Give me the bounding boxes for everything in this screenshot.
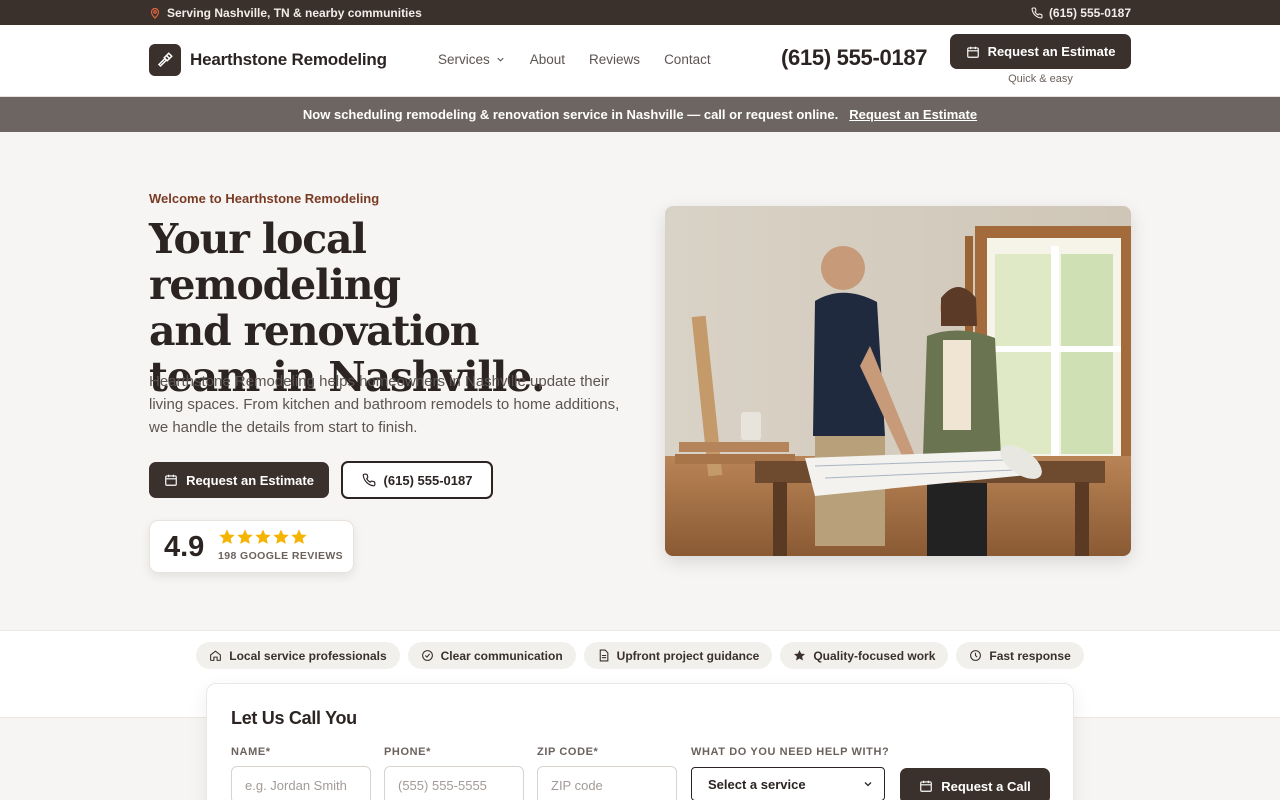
announcement-bar: Now scheduling remodeling & renovation s… — [0, 97, 1280, 132]
chevron-down-icon — [497, 57, 504, 62]
button-label: Request an Estimate — [186, 472, 314, 488]
calendar-icon — [920, 780, 933, 792]
chip-label: Local service professionals — [229, 648, 387, 663]
chip-label: Clear communication — [440, 648, 563, 663]
clock-icon — [970, 650, 982, 661]
name-label: NAME* — [231, 746, 271, 758]
phone-field[interactable] — [384, 766, 524, 800]
topbar-phone-link[interactable]: (615) 555-0187 — [1031, 6, 1131, 20]
form-title: Let Us Call You — [231, 708, 357, 728]
service-label: WHAT DO YOU NEED HELP WITH? — [691, 746, 890, 758]
google-rating-badge[interactable]: 4.9 198 GOOGLE REVIEWS — [149, 520, 354, 573]
hero-intro: Hearthstone Remodeling helps homeowners … — [149, 373, 620, 436]
nav-item-services[interactable]: Services — [438, 52, 506, 67]
check-circle-icon — [421, 650, 433, 661]
nav-item-contact[interactable]: Contact — [664, 52, 711, 67]
brand-name: Hearthstone Remodeling — [190, 50, 387, 69]
brand-logo[interactable]: Hearthstone Remodeling — [149, 44, 387, 76]
button-label: Request an Estimate — [987, 44, 1116, 59]
review-count: 198 GOOGLE REVIEWS — [218, 550, 344, 562]
button-label: (615) 555-0187 — [383, 472, 473, 488]
button-label: Request a Call — [941, 778, 1031, 794]
trust-chip: Upfront project guidance — [583, 642, 773, 669]
hero-eyebrow: Welcome to Hearthstone Remodeling — [149, 191, 380, 206]
headline-line: Your local remodeling — [149, 215, 401, 309]
home-icon — [210, 650, 222, 661]
document-icon — [599, 649, 609, 662]
callback-form: Let Us Call You NAME* PHONE* ZIP CODE* W… — [206, 683, 1074, 800]
site-header: Hearthstone Remodeling Services About Re… — [0, 25, 1280, 97]
headline-line: and renovation — [149, 307, 480, 355]
trust-chip: Local service professionals — [196, 642, 400, 669]
nav-label: Services — [438, 52, 490, 67]
hero-call-button[interactable]: (615) 555-0187 — [341, 461, 493, 499]
star-icon — [794, 650, 806, 661]
zip-field[interactable] — [537, 766, 677, 800]
service-select-value: Select a service — [708, 776, 806, 792]
trust-chip: Fast response — [956, 642, 1084, 669]
nav-item-reviews[interactable]: Reviews — [589, 52, 640, 67]
main-nav: Services About Reviews Contact — [438, 52, 711, 67]
star-icon — [255, 529, 271, 544]
rating-stars — [218, 528, 308, 546]
trust-chips: Local service professionals Clear commun… — [0, 642, 1280, 669]
nav-item-about[interactable]: About — [530, 52, 565, 67]
chip-label: Quality-focused work — [813, 648, 936, 663]
hero-photo — [665, 206, 1131, 556]
announcement-estimate-link[interactable]: Request an Estimate — [849, 107, 977, 122]
zip-label: ZIP CODE* — [537, 746, 599, 758]
star-icon — [273, 529, 289, 544]
topbar-phone-text: (615) 555-0187 — [1048, 6, 1131, 20]
trust-chip: Clear communication — [407, 642, 576, 669]
chevron-down-icon — [864, 782, 872, 787]
request-call-button[interactable]: Request a Call — [900, 768, 1050, 800]
calendar-icon — [165, 474, 177, 486]
header-request-estimate-button[interactable]: Request an Estimate — [950, 34, 1131, 69]
phone-label: PHONE* — [384, 746, 431, 758]
chip-label: Fast response — [989, 648, 1071, 663]
phone-icon — [362, 473, 375, 487]
name-field[interactable] — [231, 766, 371, 800]
hero-request-estimate-button[interactable]: Request an Estimate — [149, 462, 329, 498]
chip-label: Upfront project guidance — [616, 648, 760, 663]
phone-icon — [1031, 7, 1043, 19]
map-pin-icon — [150, 7, 160, 19]
announcement-text: Now scheduling remodeling & renovation s… — [302, 107, 839, 122]
star-icon — [219, 529, 235, 544]
star-icon — [237, 529, 253, 544]
star-icon — [291, 529, 307, 544]
rating-score: 4.9 — [164, 531, 205, 563]
service-area: Serving Nashville, TN & nearby communiti… — [149, 6, 422, 20]
header-phone-link[interactable]: (615) 555-0187 — [781, 45, 928, 71]
service-select[interactable]: Select a service — [691, 767, 885, 800]
calendar-icon — [966, 46, 979, 58]
service-area-text: Serving Nashville, TN & nearby communiti… — [167, 6, 422, 20]
hammer-icon — [149, 44, 181, 76]
cta-note: Quick & easy — [1008, 73, 1073, 85]
top-utility-bar: Serving Nashville, TN & nearby communiti… — [0, 0, 1280, 25]
trust-chip: Quality-focused work — [780, 642, 949, 669]
